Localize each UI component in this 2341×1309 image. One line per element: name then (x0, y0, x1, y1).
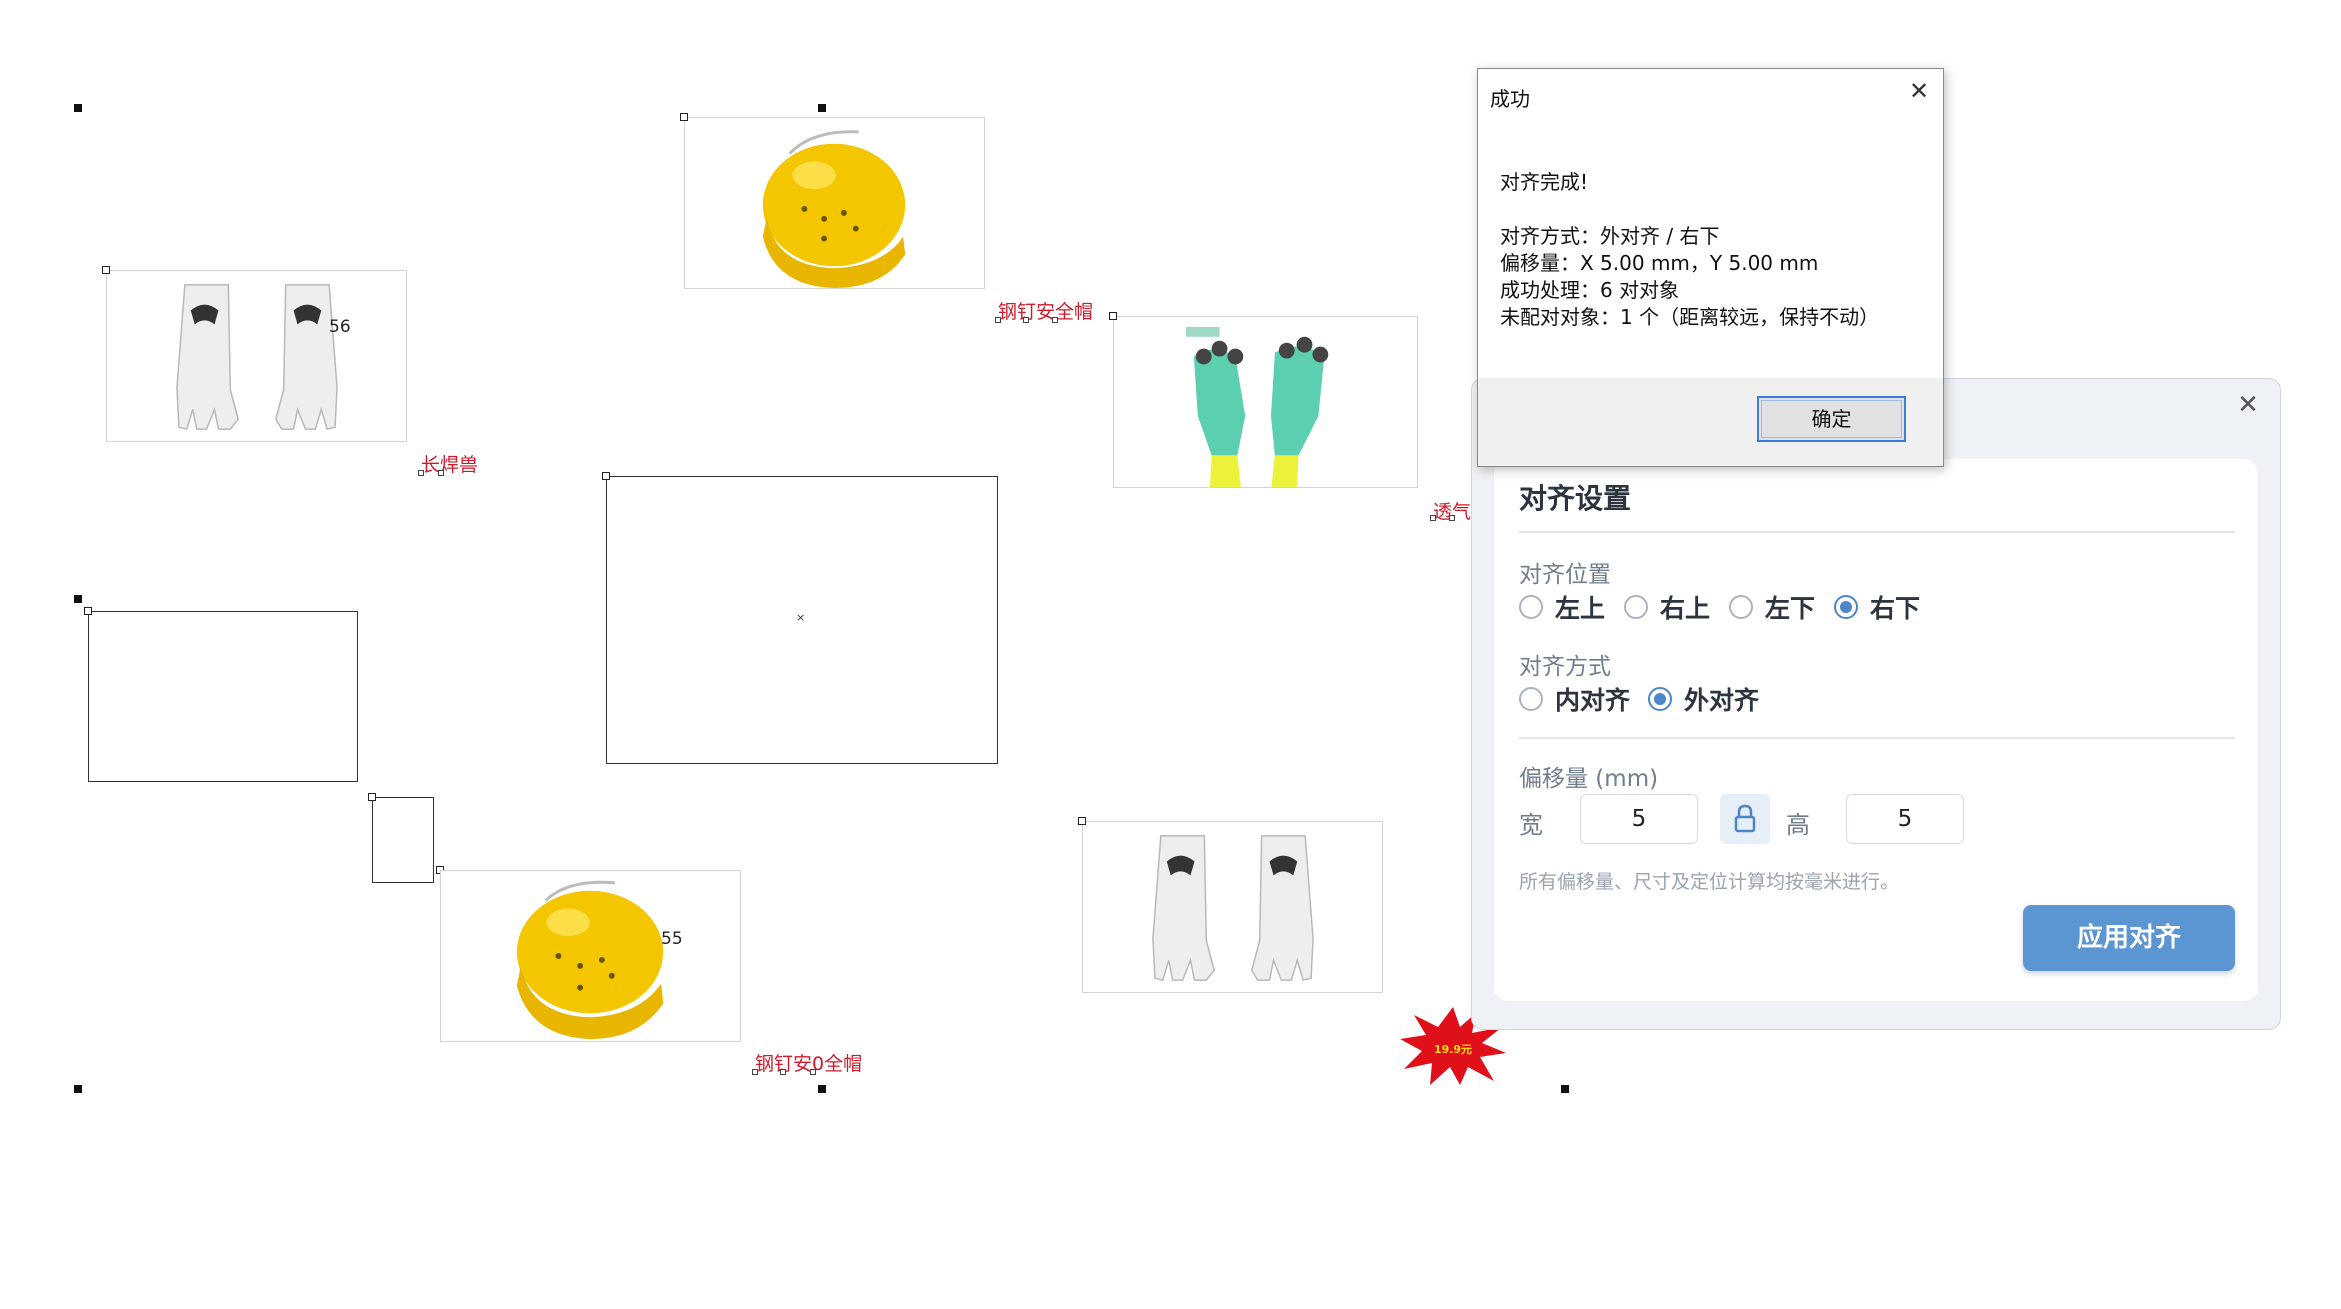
height-label: 高 (1786, 811, 1810, 839)
gloves-image-left[interactable]: 56 (106, 270, 407, 442)
lock-icon (1734, 804, 1756, 833)
success-dialog: 成功 ✕ 对齐完成! 对齐方式：外对齐 / 右下 偏移量：X 5.00 mm，Y… (1477, 68, 1944, 467)
selection-handle[interactable] (74, 595, 82, 603)
message-line: 未配对对象：1 个（距离较远，保持不动） (1500, 305, 1880, 329)
object-handle[interactable] (102, 266, 110, 274)
center-mark-icon: × (796, 611, 806, 624)
close-icon[interactable]: ✕ (2234, 391, 2262, 419)
text-handle[interactable] (438, 470, 444, 476)
message-line (1500, 196, 1930, 223)
dialog-message: 对齐完成! 对齐方式：外对齐 / 右下 偏移量：X 5.00 mm，Y 5.00… (1500, 169, 1930, 331)
message-line: 对齐方式：外对齐 / 右下 (1500, 224, 1720, 248)
object-handle[interactable] (1078, 817, 1086, 825)
green-gloves-image[interactable] (1113, 316, 1418, 488)
align-settings-panel: ✕ 对齐设置 对齐位置 左上 右上 左下 右下 对齐方式 内对齐 外对齐 偏移量… (1471, 378, 2281, 1030)
empty-frame-large[interactable]: × (606, 476, 998, 764)
text-handle[interactable] (752, 1069, 758, 1075)
gloves-icon (1152, 835, 1314, 982)
text-handle[interactable] (1023, 317, 1029, 323)
object-handle[interactable] (1109, 312, 1117, 320)
object-handle[interactable] (680, 113, 688, 121)
empty-frame-small[interactable] (372, 797, 434, 883)
selection-handle[interactable] (74, 1085, 82, 1093)
divider (1519, 531, 2235, 533)
helmet-icon (516, 880, 664, 1040)
object-handle[interactable] (602, 472, 610, 480)
offset-row: 宽 5 高 5 (1494, 569, 2258, 869)
text-handle[interactable] (995, 317, 1001, 323)
selection-handle[interactable] (74, 104, 82, 112)
apply-align-button[interactable]: 应用对齐 (2023, 905, 2235, 971)
helmet-image-top[interactable] (684, 117, 985, 289)
label-helmet-top[interactable]: 钢钉安全帽 (998, 303, 1093, 322)
text-handle[interactable] (1052, 317, 1058, 323)
message-line: 偏移量：X 5.00 mm，Y 5.00 mm (1500, 251, 1819, 275)
gloves-image-right[interactable] (1082, 821, 1383, 993)
text-handle[interactable] (780, 1069, 786, 1075)
height-input[interactable]: 5 (1846, 794, 1964, 844)
settings-note: 所有偏移量、尺寸及定位计算均按毫米进行。 (1519, 871, 1900, 893)
label-helmet-bottom[interactable]: 钢钉安0全帽 (755, 1055, 862, 1074)
lock-aspect-button[interactable] (1720, 794, 1770, 844)
image-number: 56 (329, 317, 351, 337)
text-handle[interactable] (1449, 515, 1455, 521)
selection-handle[interactable] (1561, 1085, 1569, 1093)
selection-handle[interactable] (818, 1085, 826, 1093)
label-gloves-left[interactable]: 长焊兽 (421, 456, 478, 475)
object-handle[interactable] (84, 607, 92, 615)
selection-handle[interactable] (818, 104, 826, 112)
text-handle[interactable] (1430, 515, 1436, 521)
width-label: 宽 (1519, 811, 1543, 839)
empty-frame-medium[interactable] (88, 611, 358, 782)
message-line: 成功处理：6 对对象 (1500, 278, 1680, 302)
gloves-icon (176, 284, 338, 431)
width-input[interactable]: 5 (1580, 794, 1698, 844)
settings-title: 对齐设置 (1519, 482, 1632, 515)
price-text: 19.9元 (1434, 1043, 1472, 1056)
message-line: 对齐完成! (1500, 170, 1589, 194)
close-icon[interactable]: ✕ (1907, 79, 1931, 103)
ok-button[interactable]: 确定 (1757, 396, 1906, 442)
text-handle[interactable] (810, 1069, 816, 1075)
helmet-image-bottom[interactable]: 55 (440, 870, 741, 1042)
object-handle[interactable] (368, 793, 376, 801)
settings-card: 对齐设置 对齐位置 左上 右上 左下 右下 对齐方式 内对齐 外对齐 偏移量 (… (1494, 459, 2258, 1001)
helmet-icon (762, 130, 906, 288)
image-number: 55 (661, 929, 683, 949)
text-handle[interactable] (418, 470, 424, 476)
green-gloves-icon (1185, 326, 1329, 487)
dialog-title: 成功 (1490, 87, 1530, 111)
